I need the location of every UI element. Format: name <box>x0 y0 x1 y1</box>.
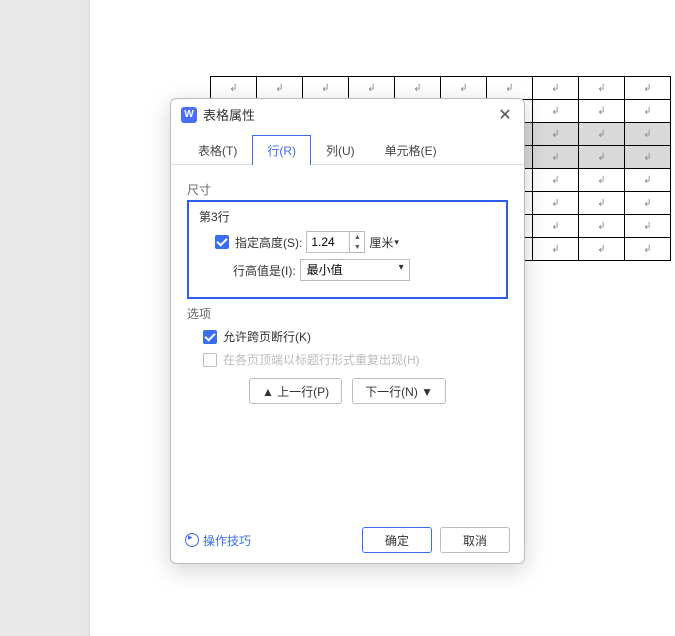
table-cell: ↲ <box>303 77 349 100</box>
tab-cell[interactable]: 单元格(E) <box>370 135 452 165</box>
tab-row[interactable]: 行(R) <box>252 135 311 165</box>
table-cell: ↲ <box>625 146 671 169</box>
table-cell: ↲ <box>487 77 533 100</box>
table-cell: ↲ <box>257 77 303 100</box>
current-row-label: 第3行 <box>199 208 496 225</box>
table-cell: ↲ <box>625 169 671 192</box>
repeat-header-checkbox <box>203 353 217 367</box>
ok-button[interactable]: 确定 <box>362 527 432 553</box>
table-cell: ↲ <box>625 123 671 146</box>
table-cell: ↲ <box>579 146 625 169</box>
table-cell: ↲ <box>625 100 671 123</box>
table-cell: ↲ <box>579 77 625 100</box>
table-cell: ↲ <box>533 238 579 261</box>
table-cell: ↲ <box>579 238 625 261</box>
table-cell: ↲ <box>533 100 579 123</box>
table-cell: ↲ <box>211 77 257 100</box>
table-cell: ↲ <box>533 192 579 215</box>
size-group-label: 尺寸 <box>187 181 508 198</box>
table-properties-dialog: W 表格属性 ✕ 表格(T) 行(R) 列(U) 单元格(E) 尺寸 第3行 指… <box>170 98 525 564</box>
unit-dropdown[interactable]: 厘米 <box>369 234 399 251</box>
repeat-header-label: 在各页顶端以标题行形式重复出现(H) <box>223 351 420 368</box>
dialog-title: 表格属性 <box>203 105 255 124</box>
table-cell: ↲ <box>533 215 579 238</box>
table-cell: ↲ <box>625 238 671 261</box>
tips-link[interactable]: 操作技巧 <box>185 532 251 549</box>
tab-table[interactable]: 表格(T) <box>183 135 252 165</box>
dialog-titlebar: W 表格属性 ✕ <box>171 99 524 130</box>
row-height-rule-label: 行高值是(I): <box>233 262 296 279</box>
close-icon[interactable]: ✕ <box>496 106 514 124</box>
specify-height-checkbox[interactable] <box>215 235 229 249</box>
row-height-rule-select[interactable]: 最小值 <box>300 259 410 281</box>
table-cell: ↲ <box>533 123 579 146</box>
allow-break-label: 允许跨页断行(K) <box>223 328 311 345</box>
tips-label: 操作技巧 <box>203 532 251 549</box>
table-cell: ↲ <box>625 215 671 238</box>
table-cell: ↲ <box>349 77 395 100</box>
spinner-up-icon[interactable]: ▲ <box>350 232 364 242</box>
table-cell: ↲ <box>625 77 671 100</box>
dialog-footer: 操作技巧 确定 取消 <box>171 517 524 563</box>
dialog-body: 尺寸 第3行 指定高度(S): ▲ ▼ 厘米 行高值是(I): <box>171 165 524 414</box>
table-cell: ↲ <box>579 100 625 123</box>
app-icon: W <box>181 107 197 123</box>
table-cell: ↲ <box>533 77 579 100</box>
height-input[interactable] <box>307 235 349 249</box>
spinner-down-icon[interactable]: ▼ <box>350 242 364 252</box>
tips-icon <box>185 533 199 547</box>
table-cell: ↲ <box>533 146 579 169</box>
height-spinner[interactable]: ▲ ▼ <box>306 231 365 253</box>
size-highlight-box: 第3行 指定高度(S): ▲ ▼ 厘米 行高值是(I): 最小值 <box>187 200 508 299</box>
next-row-button[interactable]: 下一行(N) ▼ <box>352 378 446 404</box>
previous-row-button[interactable]: ▲ 上一行(P) <box>249 378 342 404</box>
table-cell: ↲ <box>579 123 625 146</box>
table-cell: ↲ <box>625 192 671 215</box>
specify-height-label: 指定高度(S): <box>235 234 302 251</box>
table-cell: ↲ <box>533 169 579 192</box>
tab-strip: 表格(T) 行(R) 列(U) 单元格(E) <box>171 134 524 165</box>
table-cell: ↲ <box>579 169 625 192</box>
table-cell: ↲ <box>579 192 625 215</box>
allow-break-checkbox[interactable] <box>203 330 217 344</box>
table-cell: ↲ <box>579 215 625 238</box>
cancel-button[interactable]: 取消 <box>440 527 510 553</box>
table-cell: ↲ <box>395 77 441 100</box>
table-cell: ↲ <box>441 77 487 100</box>
options-group-label: 选项 <box>187 305 508 322</box>
tab-column[interactable]: 列(U) <box>311 135 370 165</box>
